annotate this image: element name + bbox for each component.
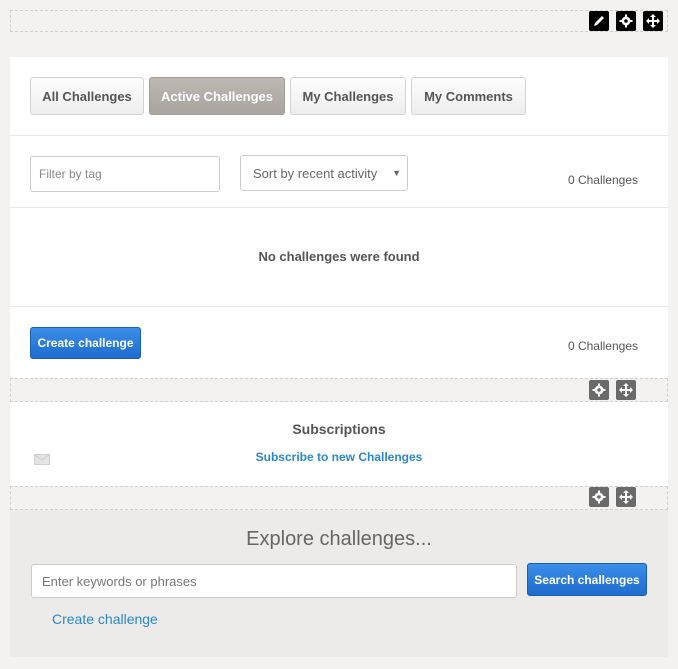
tab-active-challenges[interactable]: Active Challenges <box>149 77 285 115</box>
move-icon[interactable] <box>643 11 663 31</box>
gear-icon[interactable] <box>589 380 609 400</box>
sort-select[interactable]: Sort by recent activity ▼ <box>240 155 408 191</box>
move-icon[interactable] <box>616 380 636 400</box>
keyword-search-input[interactable] <box>31 564 517 598</box>
challenge-count-top: 0 Challenges <box>567 173 638 187</box>
move-icon[interactable] <box>616 487 636 507</box>
sort-select-value: Sort by recent activity <box>253 165 378 181</box>
create-challenge-link[interactable]: Create challenge <box>52 611 158 627</box>
divider <box>10 306 668 307</box>
explore-title: Explore challenges... <box>246 528 432 550</box>
layout-zone-bottom <box>10 486 668 510</box>
empty-message: No challenges were found <box>258 249 420 264</box>
challenge-count-bottom: 0 Challenges <box>567 339 638 353</box>
edit-icon[interactable] <box>589 11 609 31</box>
gear-icon[interactable] <box>616 11 636 31</box>
tab-my-challenges[interactable]: My Challenges <box>290 77 406 115</box>
subscriptions-panel: Subscriptions Subscribe to new Challenge… <box>10 402 668 486</box>
challenges-panel: All Challenges Active Challenges My Chal… <box>10 57 668 378</box>
layout-zone-middle <box>10 378 668 402</box>
divider <box>10 207 668 208</box>
create-challenge-button[interactable]: Create challenge <box>30 327 141 359</box>
divider <box>10 135 668 136</box>
dropdown-caret-icon: ▼ <box>392 168 401 178</box>
layout-zone-top <box>10 10 668 32</box>
search-challenges-button[interactable]: Search challenges <box>527 563 647 596</box>
subscriptions-title: Subscriptions <box>292 421 386 437</box>
tab-my-comments[interactable]: My Comments <box>411 77 526 115</box>
explore-panel: Explore challenges... Search challenges … <box>10 510 668 657</box>
subscribe-link[interactable]: Subscribe to new Challenges <box>10 450 668 464</box>
tab-all-challenges[interactable]: All Challenges <box>30 77 144 115</box>
gear-icon[interactable] <box>589 487 609 507</box>
filter-tag-input[interactable] <box>30 156 220 192</box>
